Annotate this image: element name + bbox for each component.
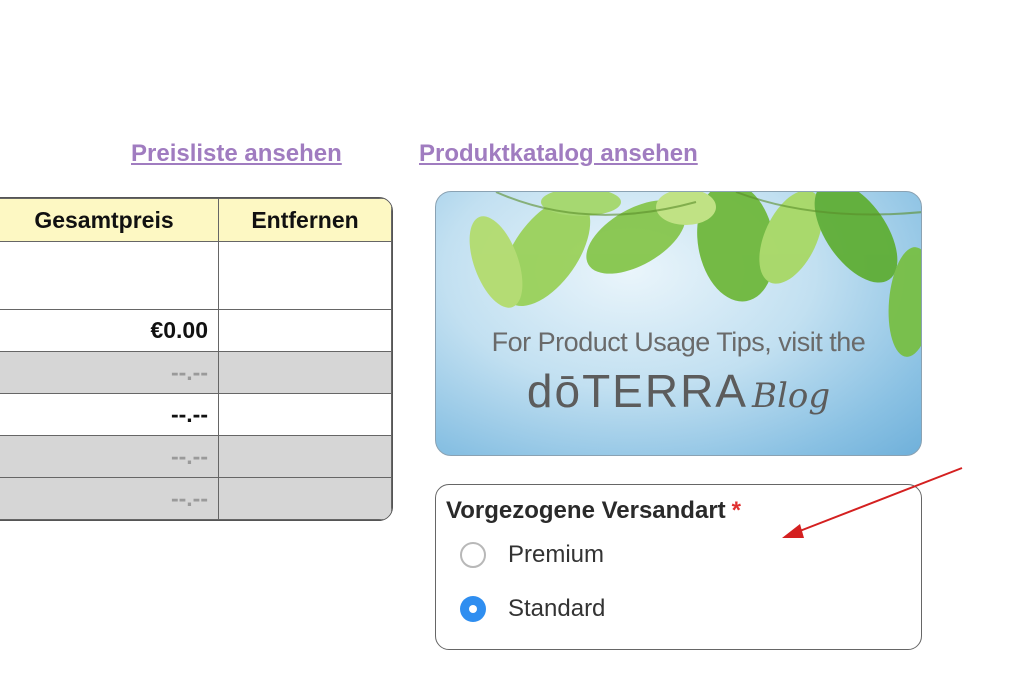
column-header-remove: Entfernen xyxy=(218,198,392,242)
table-row: --.-- xyxy=(0,435,392,478)
table-row: --.-- xyxy=(0,477,392,520)
total-price-cell: --.-- xyxy=(0,393,219,436)
column-header-total: Gesamtpreis xyxy=(0,198,219,242)
shipping-option-standard[interactable]: Standard xyxy=(460,595,605,623)
remove-cell[interactable] xyxy=(218,477,392,520)
total-price-cell: €0.00 xyxy=(0,309,219,352)
premium-label: Premium xyxy=(508,541,605,568)
shipping-title-text: Vorgezogene Versandart xyxy=(446,497,726,524)
brand-name: dōTERRA xyxy=(526,365,748,417)
standard-label: Standard xyxy=(508,595,606,622)
remove-cell[interactable] xyxy=(218,435,392,478)
cart-table: Gesamtpreis Entfernen €0.00 --.-- --.-- … xyxy=(0,197,393,521)
banner-tagline: For Product Usage Tips, visit the xyxy=(491,327,866,357)
table-row xyxy=(0,241,392,310)
brand-blog: Blog xyxy=(751,376,831,416)
total-price-cell: --.-- xyxy=(0,477,219,520)
price-list-link[interactable]: Preisliste ansehen xyxy=(131,140,342,168)
table-row: --.-- xyxy=(0,351,392,394)
table-row: €0.00 xyxy=(0,309,392,352)
annotation-arrow-icon xyxy=(782,467,963,538)
remove-cell[interactable] xyxy=(218,351,392,394)
standard-radio[interactable] xyxy=(460,596,486,622)
required-marker: * xyxy=(731,497,741,524)
doterra-blog-banner[interactable]: For Product Usage Tips, visit the dōTERR… xyxy=(435,191,922,456)
shipping-method-title: Vorgezogene Versandart * xyxy=(446,497,741,525)
premium-radio[interactable] xyxy=(460,542,486,568)
remove-cell[interactable] xyxy=(218,393,392,436)
remove-cell[interactable] xyxy=(218,309,392,352)
total-price-cell: --.-- xyxy=(0,435,219,478)
product-catalog-link[interactable]: Produktkatalog ansehen xyxy=(419,140,698,168)
doterra-blog-logo: dōTERRA Blog xyxy=(436,364,921,418)
table-row: --.-- xyxy=(0,393,392,436)
shipping-option-premium[interactable]: Premium xyxy=(460,541,604,569)
total-price-cell: --.-- xyxy=(0,351,219,394)
